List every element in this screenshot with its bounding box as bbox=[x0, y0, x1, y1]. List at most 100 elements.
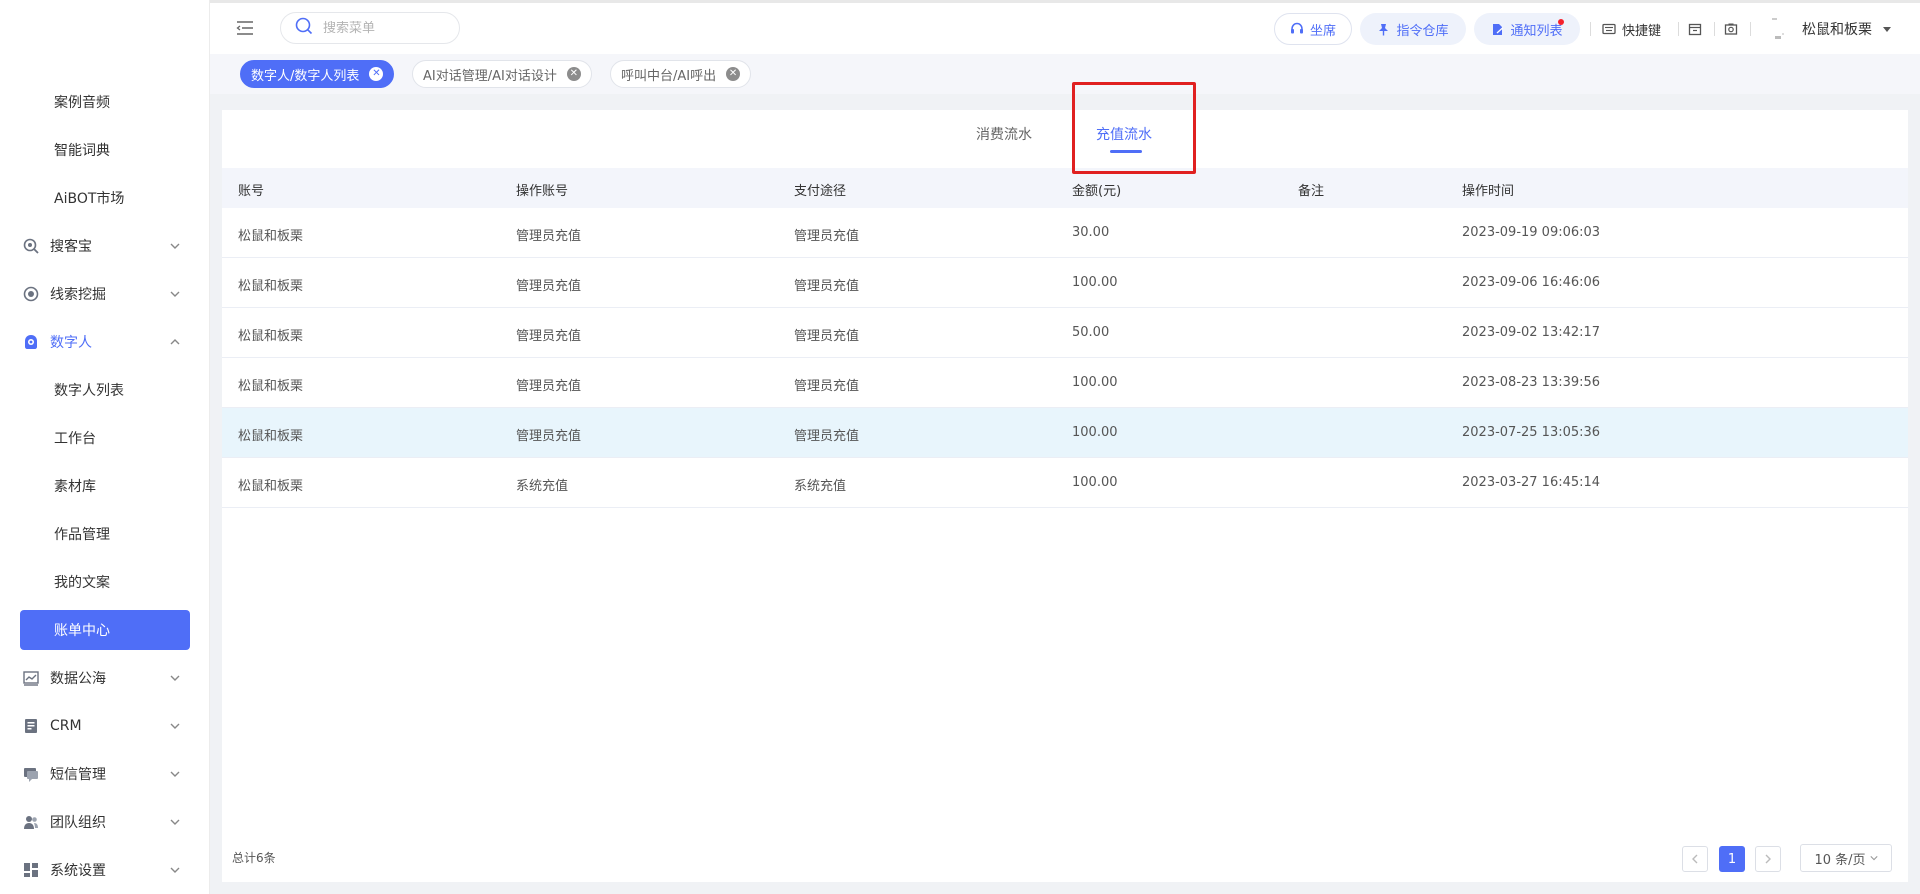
shortcut-button[interactable]: 快捷键 bbox=[1602, 13, 1661, 45]
seat-button[interactable]: 坐席 bbox=[1274, 13, 1352, 45]
sidebar-item-smart-dictionary[interactable]: 智能词典 bbox=[0, 130, 210, 170]
tab-consumption-flow[interactable]: 消费流水 bbox=[976, 124, 1032, 144]
sidebar-item-label: 智能词典 bbox=[54, 143, 110, 159]
table-row[interactable]: 松鼠和板栗 管理员充值 管理员充值 100.00 2023-09-06 16:4… bbox=[222, 258, 1908, 308]
cell-account: 松鼠和板栗 bbox=[238, 229, 304, 244]
chevron-left-icon bbox=[1692, 854, 1698, 864]
chevron-down-icon bbox=[1869, 856, 1878, 861]
sidebar-item-my-copy[interactable]: 我的文案 bbox=[0, 562, 210, 602]
cell-account: 松鼠和板栗 bbox=[238, 279, 304, 294]
calendar-icon bbox=[1688, 22, 1702, 36]
tag-ai-outbound[interactable]: 呼叫中台/AI呼出 ✕ bbox=[610, 60, 752, 88]
avatar bbox=[1766, 16, 1792, 42]
cell-amount: 100.00 bbox=[1072, 275, 1118, 290]
table-header: 账号 操作账号 支付途径 金额(元) 备注 操作时间 bbox=[222, 168, 1908, 208]
chevron-down-icon bbox=[168, 239, 182, 253]
cell-account: 松鼠和板栗 bbox=[238, 479, 304, 494]
screenshot-button[interactable] bbox=[1724, 13, 1738, 45]
close-icon[interactable]: ✕ bbox=[566, 67, 581, 81]
cell-operator: 管理员充值 bbox=[516, 229, 582, 244]
cell-amount: 100.00 bbox=[1072, 375, 1118, 390]
cell-payment-method: 管理员充值 bbox=[794, 379, 860, 394]
message-icon bbox=[22, 765, 40, 783]
shortcut-label: 快捷键 bbox=[1622, 23, 1662, 39]
table-row[interactable]: 松鼠和板栗 管理员充值 管理员充值 100.00 2023-07-25 13:0… bbox=[222, 408, 1908, 458]
sidebar-item-works-management[interactable]: 作品管理 bbox=[0, 514, 210, 554]
sidebar-item-label: 账单中心 bbox=[54, 623, 110, 639]
tag-label: 呼叫中台/AI呼出 bbox=[621, 68, 717, 84]
sidebar-item-material-library[interactable]: 素材库 bbox=[0, 466, 210, 506]
sidebar-item-label: 搜客宝 bbox=[50, 239, 92, 255]
cell-time: 2023-03-27 16:45:14 bbox=[1462, 475, 1601, 490]
sidebar-item-workbench[interactable]: 工作台 bbox=[0, 418, 210, 458]
sidebar-item-label: 线索挖掘 bbox=[50, 287, 106, 303]
cell-payment-method: 管理员充值 bbox=[794, 279, 860, 294]
sidebar-item-digital-human-list[interactable]: 数字人列表 bbox=[0, 370, 210, 410]
notification-list-button[interactable]: 通知列表 bbox=[1474, 13, 1580, 45]
search-input[interactable] bbox=[323, 20, 443, 36]
divider bbox=[1678, 22, 1679, 36]
table-row[interactable]: 松鼠和板栗 管理员充值 管理员充值 50.00 2023-09-02 13:42… bbox=[222, 308, 1908, 358]
table-row[interactable]: 松鼠和板栗 管理员充值 管理员充值 30.00 2023-09-19 09:06… bbox=[222, 208, 1908, 258]
sidebar-group-crm[interactable]: CRM bbox=[0, 706, 210, 746]
tag-label: 数字人/数字人列表 bbox=[251, 68, 360, 84]
divider bbox=[1714, 22, 1715, 36]
menu-search[interactable] bbox=[280, 12, 460, 44]
column-header-amount: 金额(元) bbox=[1072, 184, 1122, 199]
sidebar-group-sms[interactable]: 短信管理 bbox=[0, 754, 210, 794]
sidebar-group-soukebao[interactable]: 搜客宝 bbox=[0, 226, 210, 266]
sidebar-item-label: 数字人 bbox=[50, 335, 92, 351]
tag-digital-human-list[interactable]: 数字人/数字人列表 ✕ bbox=[240, 60, 395, 88]
next-page-button[interactable] bbox=[1755, 846, 1781, 872]
prev-page-button[interactable] bbox=[1682, 846, 1708, 872]
cell-time: 2023-09-19 09:06:03 bbox=[1462, 225, 1601, 240]
cell-operator: 管理员充值 bbox=[516, 279, 582, 294]
pin-icon bbox=[1377, 23, 1390, 36]
page-size-select[interactable]: 10 条/页 bbox=[1800, 844, 1892, 872]
chevron-down-icon bbox=[168, 815, 182, 829]
sidebar-group-lead-mining[interactable]: 线索挖掘 bbox=[0, 274, 210, 314]
chevron-up-icon bbox=[168, 335, 182, 349]
camera-icon bbox=[1724, 22, 1738, 36]
tag-ai-dialog-design[interactable]: AI对话管理/AI对话设计 ✕ bbox=[412, 60, 592, 88]
divider bbox=[1590, 22, 1591, 36]
sidebar-item-label: 我的文案 bbox=[54, 575, 110, 591]
page-number-current[interactable]: 1 bbox=[1719, 846, 1745, 872]
cell-amount: 30.00 bbox=[1072, 225, 1110, 240]
search-icon bbox=[295, 17, 313, 39]
sidebar-item-aibot-market[interactable]: AiBOT市场 bbox=[0, 178, 210, 218]
annotation-highlight-box bbox=[1072, 82, 1196, 174]
chart-icon bbox=[22, 669, 40, 687]
notification-list-label: 通知列表 bbox=[1510, 23, 1563, 39]
sidebar-item-label: AiBOT市场 bbox=[54, 191, 125, 207]
cell-payment-method: 管理员充值 bbox=[794, 429, 860, 444]
sidebar-group-system-settings[interactable]: 系统设置 bbox=[0, 850, 210, 890]
calendar-button[interactable] bbox=[1688, 13, 1702, 45]
column-header-payment-method: 支付途径 bbox=[794, 184, 847, 199]
table-row[interactable]: 松鼠和板栗 系统充值 系统充值 100.00 2023-03-27 16:45:… bbox=[222, 458, 1908, 508]
user-menu[interactable]: 松鼠和板栗 bbox=[1766, 13, 1892, 45]
crm-icon bbox=[22, 717, 40, 735]
seat-label: 坐席 bbox=[1309, 23, 1336, 39]
divider bbox=[1750, 22, 1751, 36]
keyboard-icon bbox=[1602, 22, 1616, 36]
sidebar-group-digital-human[interactable]: 数字人 bbox=[0, 322, 210, 362]
close-icon[interactable]: ✕ bbox=[369, 67, 384, 81]
sidebar-group-team[interactable]: 团队组织 bbox=[0, 802, 210, 842]
chevron-down-icon bbox=[168, 863, 182, 877]
menu-toggle-icon[interactable] bbox=[236, 19, 254, 37]
top-header: 坐席 指令仓库 通知列表 快捷键 松鼠和板栗 bbox=[210, 0, 1920, 54]
cell-time: 2023-07-25 13:05:36 bbox=[1462, 425, 1601, 440]
cell-operator: 管理员充值 bbox=[516, 329, 582, 344]
table-row[interactable]: 松鼠和板栗 管理员充值 管理员充值 100.00 2023-08-23 13:3… bbox=[222, 358, 1908, 408]
sidebar-group-data-sea[interactable]: 数据公海 bbox=[0, 658, 210, 698]
chevron-down-icon bbox=[168, 671, 182, 685]
command-warehouse-button[interactable]: 指令仓库 bbox=[1360, 13, 1466, 45]
sidebar-item-billing-center[interactable]: 账单中心 bbox=[20, 610, 190, 650]
sidebar-item-case-audio[interactable]: 案例音频 bbox=[0, 82, 210, 122]
cell-account: 松鼠和板栗 bbox=[238, 329, 304, 344]
chevron-down-icon bbox=[168, 287, 182, 301]
cell-time: 2023-09-02 13:42:17 bbox=[1462, 325, 1601, 340]
cell-amount: 100.00 bbox=[1072, 425, 1118, 440]
close-icon[interactable]: ✕ bbox=[726, 67, 741, 81]
